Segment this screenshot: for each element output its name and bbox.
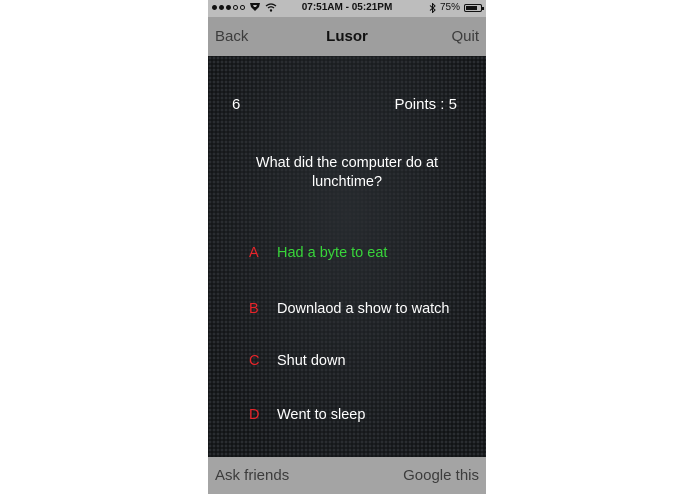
answer-option-c[interactable]: C Shut down	[208, 353, 486, 375]
answer-letter: A	[249, 245, 259, 261]
app-title: Lusor	[326, 28, 368, 45]
bottom-toolbar: Ask friends Google this	[208, 457, 486, 494]
answer-text: Downlaod a show to watch	[277, 301, 450, 317]
answer-option-d[interactable]: D Went to sleep	[208, 407, 486, 429]
battery-icon	[464, 3, 484, 12]
quiz-panel: 6 Points : 5 What did the computer do at…	[208, 56, 486, 457]
status-right: 75%	[429, 2, 484, 13]
quit-button[interactable]: Quit	[451, 28, 479, 45]
question-text: What did the computer do at lunchtime?	[255, 155, 439, 190]
answer-option-b[interactable]: B Downlaod a show to watch	[208, 301, 486, 323]
bluetooth-icon	[429, 2, 436, 13]
answer-text: Had a byte to eat	[277, 245, 388, 261]
points-counter: Points : 5	[394, 96, 457, 113]
answer-letter: B	[249, 301, 259, 317]
ask-friends-button[interactable]: Ask friends	[215, 467, 289, 484]
answer-letter: C	[249, 353, 260, 369]
status-bar: 07:51AM - 05:21PM 75%	[208, 0, 486, 17]
battery-percent: 75%	[439, 2, 460, 13]
phone-screen: 07:51AM - 05:21PM 75% Back Lusor Quit 6 …	[208, 0, 486, 494]
answer-option-a[interactable]: A Had a byte to eat	[208, 245, 486, 267]
answer-text: Shut down	[277, 353, 346, 369]
google-this-button[interactable]: Google this	[403, 467, 479, 484]
answer-text: Went to sleep	[277, 407, 366, 423]
navigation-bar: Back Lusor Quit	[208, 17, 486, 56]
answer-letter: D	[249, 407, 260, 423]
question-number: 6	[232, 96, 241, 113]
